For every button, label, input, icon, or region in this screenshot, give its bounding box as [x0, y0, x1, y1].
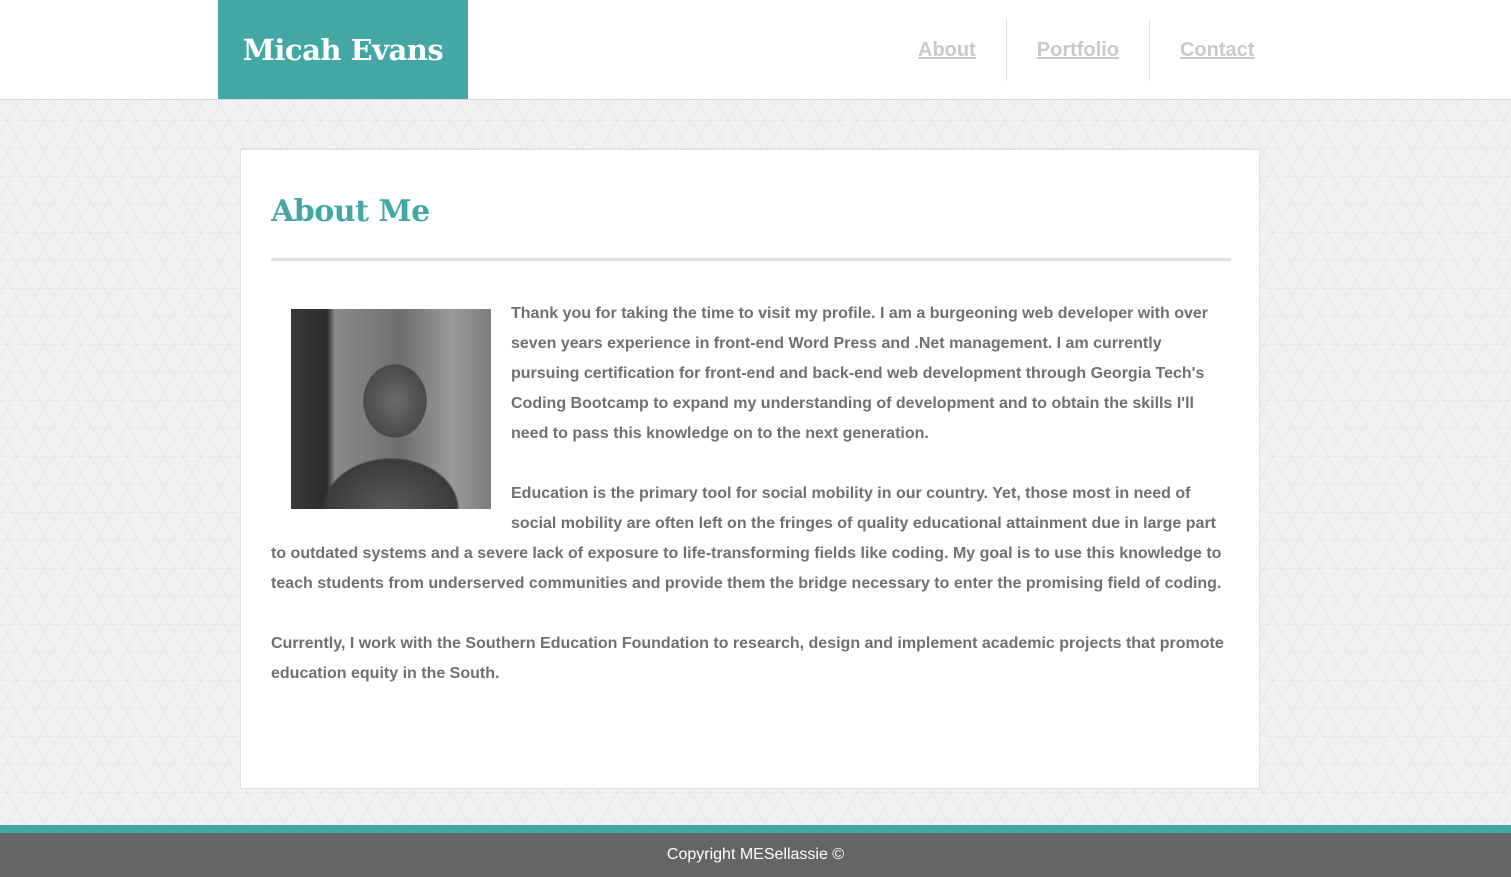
site-title[interactable]: Micah Evans	[243, 33, 444, 67]
nav-link-about[interactable]: About	[888, 19, 1006, 81]
copyright-text: Copyright MESellassie ©	[666, 846, 845, 863]
nav-link-contact[interactable]: Contact	[1150, 19, 1284, 81]
nav-link-portfolio[interactable]: Portfolio	[1007, 19, 1149, 81]
site-header: Micah Evans About Portfolio Contact	[0, 0, 1511, 100]
main-nav: About Portfolio Contact	[888, 19, 1284, 81]
title-divider	[271, 258, 1231, 261]
about-title: About Me	[271, 194, 430, 229]
site-footer: Copyright MESellassie ©	[0, 833, 1511, 877]
footer-accent-bar	[0, 825, 1511, 833]
about-paragraph-3: Currently, I work with the Southern Educ…	[271, 635, 1224, 682]
brand-block[interactable]: Micah Evans	[218, 0, 468, 99]
about-card: About Me Thank you for taking the time t…	[240, 149, 1260, 789]
about-body: Thank you for taking the time to visit m…	[271, 299, 1231, 719]
profile-photo	[291, 309, 491, 509]
